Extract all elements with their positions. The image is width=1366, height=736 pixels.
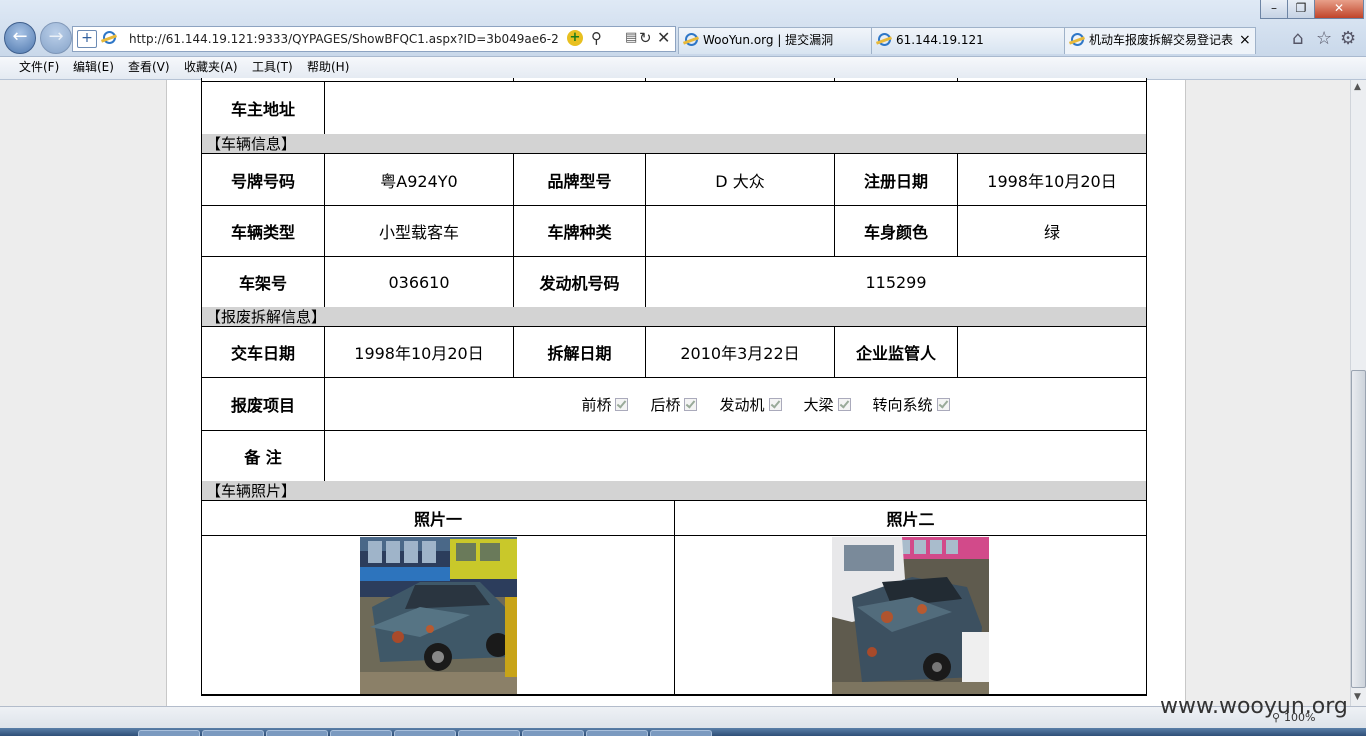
plate-label: 号牌号码 bbox=[201, 153, 325, 206]
taskbar-app[interactable] bbox=[586, 730, 648, 736]
menu-help[interactable]: 帮助(H) bbox=[307, 57, 349, 78]
tab-close-button[interactable]: × bbox=[1239, 28, 1251, 52]
item-engine: 发动机 bbox=[719, 395, 765, 414]
item-rear-axle: 后桥 bbox=[650, 395, 681, 414]
taskbar-app[interactable] bbox=[202, 730, 264, 736]
scroll-down-icon[interactable]: ▼ bbox=[1354, 692, 1361, 702]
owner-address-label: 车主地址 bbox=[201, 81, 325, 135]
menu-edit[interactable]: 编辑(E) bbox=[73, 57, 114, 78]
page-icon[interactable]: ▤ bbox=[625, 30, 637, 45]
taskbar-app[interactable] bbox=[138, 730, 200, 736]
front-axle-checkbox[interactable] bbox=[615, 397, 629, 411]
taskbar-app[interactable] bbox=[650, 730, 712, 736]
scrap-items-label: 报废项目 bbox=[201, 377, 325, 431]
remark-label: 备 注 bbox=[201, 430, 325, 482]
tab-ie-icon bbox=[878, 33, 891, 46]
back-button[interactable]: ← bbox=[4, 22, 36, 54]
page-ie-icon bbox=[97, 31, 121, 45]
remark-value bbox=[324, 430, 1147, 482]
tab-ip[interactable]: 61.144.19.121 bbox=[871, 27, 1065, 54]
reg-date-value: 1998年10月20日 bbox=[957, 153, 1147, 206]
menu-tools[interactable]: 工具(T) bbox=[252, 57, 293, 78]
item-chassis: 大梁 bbox=[803, 395, 834, 414]
tab-label: 61.144.19.121 bbox=[896, 33, 984, 47]
supervisor-value bbox=[957, 326, 1147, 378]
home-icon[interactable]: ⌂ bbox=[1292, 28, 1303, 49]
taskbar-app[interactable] bbox=[458, 730, 520, 736]
vehicle-type-value: 小型载客车 bbox=[324, 205, 514, 257]
watermark: www.wooyun.org bbox=[1160, 694, 1348, 719]
tab-wooyun[interactable]: WooYun.org | 提交漏洞 bbox=[678, 27, 872, 54]
taskbar-app[interactable] bbox=[330, 730, 392, 736]
taskbar-app[interactable] bbox=[394, 730, 456, 736]
body-color-label: 车身颜色 bbox=[834, 205, 958, 257]
close-window-button[interactable]: ✕ bbox=[1314, 0, 1364, 19]
address-bar[interactable]: + http://61.144.19.121:9333/QYPAGES/Show… bbox=[72, 26, 676, 52]
scrap-items-list: 前桥 后桥 发动机 大梁 转向系统 bbox=[324, 377, 1147, 431]
menu-file[interactable]: 文件(F) bbox=[19, 57, 59, 78]
vehicle-photo-2[interactable] bbox=[832, 537, 989, 694]
tab-label: WooYun.org | 提交漏洞 bbox=[703, 33, 834, 47]
owner-address-value bbox=[324, 81, 1147, 135]
plate-value: 粤A924Y0 bbox=[324, 153, 514, 206]
body-color-value: 绿 bbox=[957, 205, 1147, 257]
maximize-button[interactable]: ❐ bbox=[1287, 0, 1315, 19]
favorites-star-icon[interactable]: ☆ bbox=[1316, 28, 1332, 49]
tab-scrap-form[interactable]: 机动车报废拆解交易登记表 × bbox=[1064, 27, 1256, 54]
engine-checkbox[interactable] bbox=[768, 397, 782, 411]
forward-button[interactable]: → bbox=[40, 22, 72, 54]
brand-label: 品牌型号 bbox=[513, 153, 646, 206]
menu-bar: 文件(F) 编辑(E) 查看(V) 收藏夹(A) 工具(T) 帮助(H) bbox=[0, 57, 1366, 80]
rear-axle-checkbox[interactable] bbox=[684, 397, 698, 411]
handover-date-value: 1998年10月20日 bbox=[324, 326, 514, 378]
compat-view-icon[interactable]: + bbox=[77, 30, 97, 48]
engine-number-label: 发动机号码 bbox=[513, 256, 646, 308]
menu-favorites[interactable]: 收藏夹(A) bbox=[184, 57, 238, 78]
supervisor-label: 企业监管人 bbox=[834, 326, 958, 378]
tab-ie-icon bbox=[1071, 33, 1084, 46]
refresh-icon[interactable]: ↻ bbox=[639, 29, 652, 47]
taskbar-app[interactable] bbox=[522, 730, 584, 736]
engine-number-value: 115299 bbox=[645, 256, 1147, 308]
brand-value: D 大众 bbox=[645, 153, 835, 206]
scrap-section-header: 【报废拆解信息】 bbox=[201, 307, 1147, 327]
scrollbar-thumb[interactable] bbox=[1351, 370, 1366, 688]
item-front-axle: 前桥 bbox=[581, 395, 612, 414]
tools-gear-icon[interactable]: ⚙ bbox=[1340, 28, 1356, 49]
scroll-up-icon[interactable]: ▲ bbox=[1354, 82, 1361, 92]
photo1-label: 照片一 bbox=[201, 500, 675, 536]
address-url[interactable]: http://61.144.19.121:9333/QYPAGES/ShowBF… bbox=[129, 27, 559, 51]
stop-icon[interactable]: ✕ bbox=[657, 28, 670, 47]
dismantle-date-label: 拆解日期 bbox=[513, 326, 646, 378]
item-steering: 转向系统 bbox=[872, 395, 933, 414]
photo-section-header: 【车辆照片】 bbox=[201, 481, 1147, 501]
vehicle-photo-1[interactable] bbox=[360, 537, 517, 694]
chassis-checkbox[interactable] bbox=[837, 397, 851, 411]
vehicle-type-label: 车辆类型 bbox=[201, 205, 325, 257]
handover-date-label: 交车日期 bbox=[201, 326, 325, 378]
frame-number-value: 036610 bbox=[324, 256, 514, 308]
plate-kind-value bbox=[645, 205, 835, 257]
plate-kind-label: 车牌种类 bbox=[513, 205, 646, 257]
menu-view[interactable]: 查看(V) bbox=[128, 57, 170, 78]
reg-date-label: 注册日期 bbox=[834, 153, 958, 206]
frame-number-label: 车架号 bbox=[201, 256, 325, 308]
search-icon[interactable]: ⚲ bbox=[591, 29, 602, 47]
taskbar-app[interactable] bbox=[266, 730, 328, 736]
dismantle-date-value: 2010年3月22日 bbox=[645, 326, 835, 378]
addon-icon[interactable]: + bbox=[567, 30, 583, 46]
tab-ie-icon bbox=[685, 33, 698, 46]
vehicle-section-header: 【车辆信息】 bbox=[201, 134, 1147, 154]
minimize-button[interactable]: – bbox=[1260, 0, 1288, 19]
photo2-label: 照片二 bbox=[674, 500, 1147, 536]
tab-label: 机动车报废拆解交易登记表 bbox=[1089, 33, 1234, 47]
steering-checkbox[interactable] bbox=[936, 397, 950, 411]
